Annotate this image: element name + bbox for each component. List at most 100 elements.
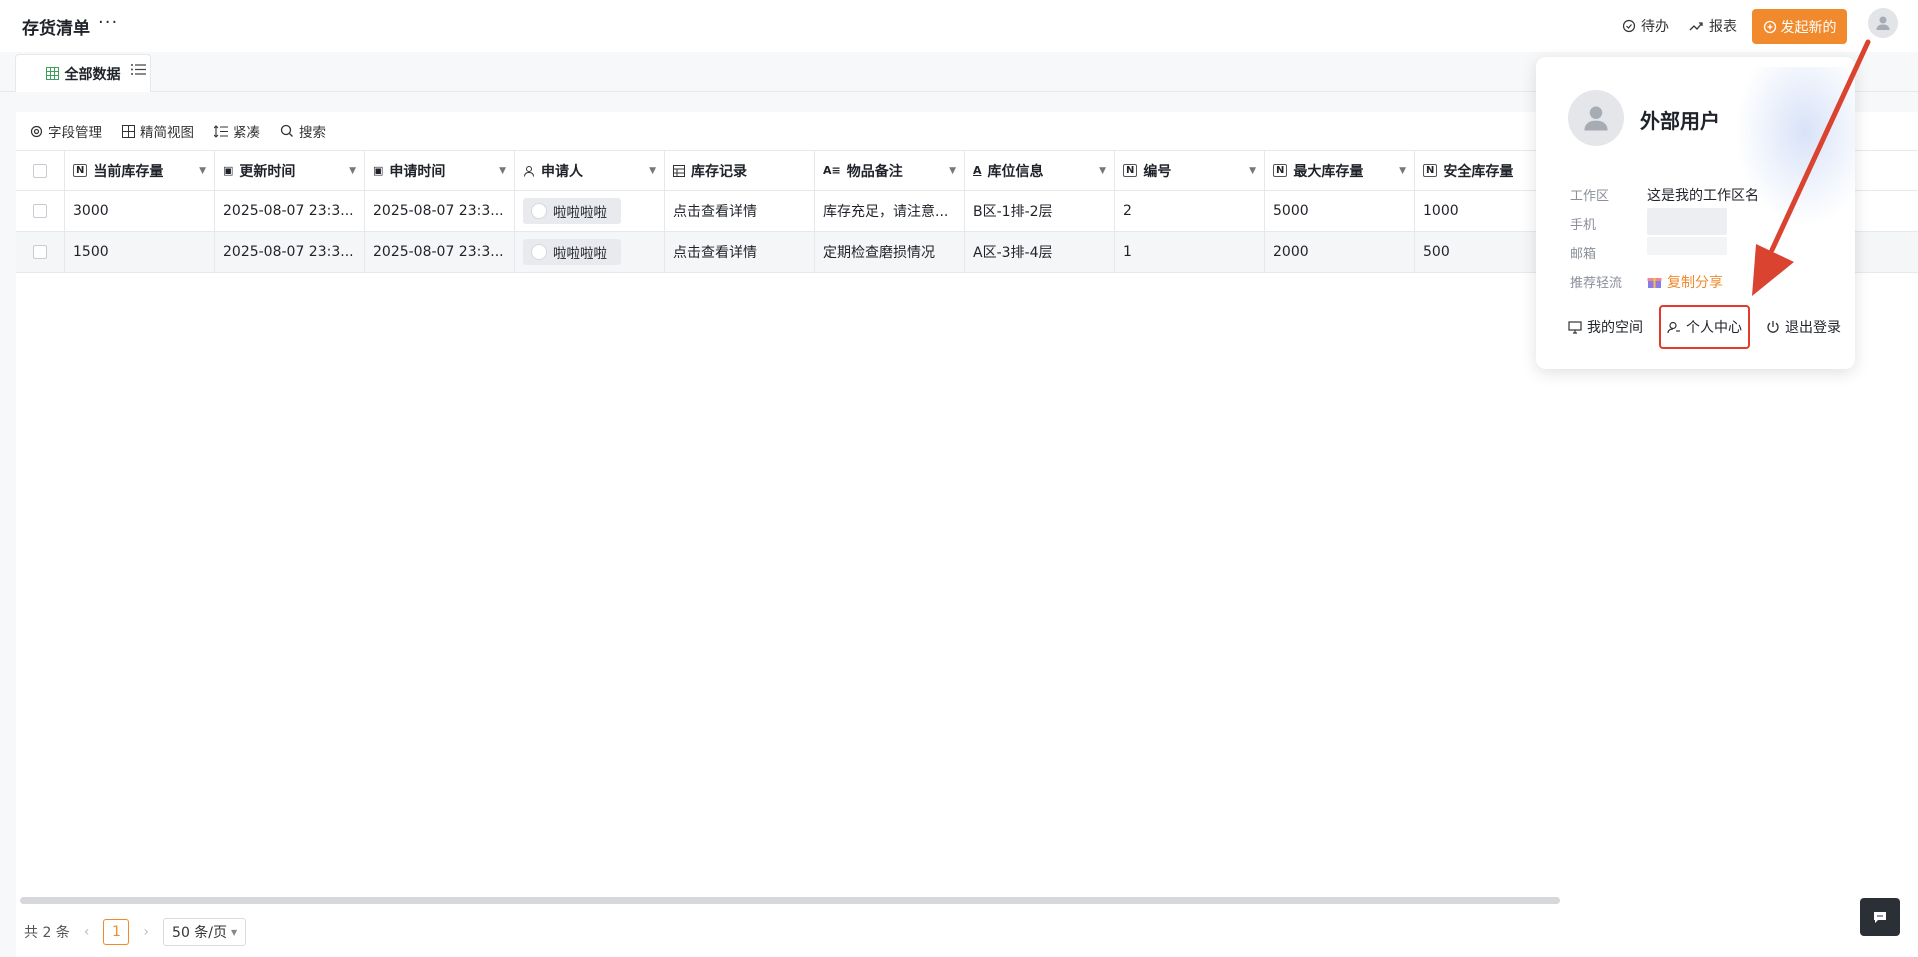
column-header[interactable]: 申请人 ▼	[515, 151, 665, 190]
column-header[interactable]: 库存记录	[665, 151, 815, 190]
caret-down-icon: ▼	[231, 927, 238, 937]
user-icon	[1584, 106, 1608, 131]
caret-down-icon[interactable]: ▼	[649, 166, 656, 176]
table-icon	[673, 164, 685, 177]
recommend-label: 推荐轻流	[1570, 276, 1623, 291]
calendar-icon: ▣	[223, 164, 234, 177]
todo-button[interactable]: 待办	[1622, 16, 1669, 36]
cell-max-stock[interactable]: 5000	[1265, 191, 1415, 231]
caret-down-icon[interactable]: ▼	[199, 166, 206, 176]
number-field-icon: N	[73, 164, 88, 177]
total-count: 共 2 条	[24, 925, 70, 941]
my-space-button[interactable]: 我的空间	[1562, 307, 1649, 347]
my-space-label: 我的空间	[1587, 320, 1643, 336]
trend-icon	[1689, 22, 1703, 31]
caret-down-icon[interactable]: ▼	[1249, 166, 1256, 176]
cell-record-link[interactable]: 点击查看详情	[665, 191, 815, 231]
cell-updated[interactable]: 2025-08-07 23:3...	[215, 191, 365, 231]
chat-button[interactable]	[1860, 898, 1900, 936]
column-header[interactable]: ▣ 申请时间 ▼	[365, 151, 515, 190]
column-title: 申请时间	[389, 163, 446, 180]
density-button[interactable]: 紧凑	[214, 121, 260, 141]
logout-label: 退出登录	[1785, 320, 1841, 336]
column-header[interactable]: A≡ 物品备注 ▼	[815, 151, 965, 190]
grid-icon	[45, 67, 59, 80]
column-title: 更新时间	[239, 163, 296, 180]
report-label: 报表	[1709, 19, 1737, 35]
row-checkbox[interactable]	[33, 245, 47, 259]
copy-share-link[interactable]: 复制分享	[1647, 272, 1723, 292]
number-field-icon: N	[1273, 164, 1288, 177]
compact-view-button[interactable]: 精简视图	[122, 121, 194, 141]
column-header[interactable]: A 库位信息 ▼	[965, 151, 1115, 190]
monitor-icon	[1568, 320, 1582, 334]
list-view-icon[interactable]	[130, 62, 147, 81]
tab-all-data-label: 全部数据	[64, 66, 121, 83]
page-number-current[interactable]: 1	[103, 919, 130, 945]
row-select-cell	[16, 191, 65, 231]
cell-location[interactable]: B区-1排-2层	[965, 191, 1115, 231]
caret-down-icon[interactable]: ▼	[1399, 166, 1406, 176]
cell-applicant[interactable]: 啦啦啦啦	[515, 232, 665, 272]
column-header[interactable]: ▣ 更新时间 ▼	[215, 151, 365, 190]
number-field-icon: N	[1123, 164, 1138, 177]
cell-number[interactable]: 1	[1115, 232, 1265, 272]
app-root: 存货清单 ··· 待办 报表 发起新的 全部数据 字段管理 精简视图 紧凑 搜索…	[0, 0, 1918, 957]
caret-down-icon[interactable]: ▼	[1099, 166, 1106, 176]
column-header[interactable]: N 当前库存量 ▼	[65, 151, 215, 190]
field-manage-label: 字段管理	[48, 125, 102, 141]
prev-page-icon[interactable]: ‹	[84, 924, 90, 940]
compact-view-label: 精简视图	[140, 125, 194, 141]
caret-down-icon[interactable]: ▼	[949, 166, 956, 176]
cell-applicant[interactable]: 啦啦啦啦	[515, 191, 665, 231]
report-button[interactable]: 报表	[1689, 16, 1737, 36]
mini-avatar	[531, 203, 547, 219]
create-new-button[interactable]: 发起新的	[1752, 9, 1847, 44]
user-avatar[interactable]	[1868, 8, 1898, 38]
field-manage-button[interactable]: 字段管理	[30, 121, 102, 141]
row-select-cell	[16, 232, 65, 272]
cell-applied[interactable]: 2025-08-07 23:3...	[365, 191, 515, 231]
search-label: 搜索	[299, 125, 326, 141]
workspace-row: 工作区 这是我的工作区名	[1570, 185, 1759, 205]
more-icon[interactable]: ···	[98, 12, 118, 33]
cell-updated[interactable]: 2025-08-07 23:3...	[215, 232, 365, 272]
select-all-cell	[16, 151, 65, 190]
cell-applied[interactable]: 2025-08-07 23:3...	[365, 232, 515, 272]
personal-center-button[interactable]: 个人中心	[1659, 305, 1750, 349]
single-line-text-icon: A	[973, 164, 982, 177]
email-label: 邮箱	[1570, 247, 1597, 262]
table-icon	[122, 124, 135, 138]
cell-max-stock[interactable]: 2000	[1265, 232, 1415, 272]
cell-note[interactable]: 库存充足，请注意...	[815, 191, 965, 231]
row-checkbox[interactable]	[33, 204, 47, 218]
search-button[interactable]: 搜索	[280, 121, 326, 141]
phone-row: 手机	[1570, 208, 1727, 235]
caret-down-icon[interactable]: ▼	[499, 166, 506, 176]
column-header[interactable]: N 最大库存量 ▼	[1265, 151, 1415, 190]
column-header[interactable]: N 编号 ▼	[1115, 151, 1265, 190]
cell-location[interactable]: A区-3排-4层	[965, 232, 1115, 272]
workspace-label: 工作区	[1570, 189, 1610, 204]
cell-record-link[interactable]: 点击查看详情	[665, 232, 815, 272]
plus-circle-icon	[1763, 20, 1776, 33]
cell-number[interactable]: 2	[1115, 191, 1265, 231]
column-title: 库存记录	[691, 163, 747, 180]
copy-share-label: 复制分享	[1667, 274, 1723, 291]
line-height-icon	[214, 124, 228, 138]
select-all-checkbox[interactable]	[33, 163, 47, 178]
page-size-select[interactable]: 50 条/页 ▼	[163, 918, 247, 946]
column-title: 物品备注	[846, 163, 903, 180]
caret-down-icon[interactable]: ▼	[349, 166, 356, 176]
chat-icon	[1874, 911, 1886, 923]
cell-stock[interactable]: 3000	[65, 191, 215, 231]
logout-button[interactable]: 退出登录	[1760, 307, 1847, 347]
horizontal-scrollbar[interactable]	[20, 897, 1560, 904]
cell-note[interactable]: 定期检查磨损情况	[815, 232, 965, 272]
cell-stock[interactable]: 1500	[65, 232, 215, 272]
column-title: 申请人	[541, 163, 583, 180]
next-page-icon[interactable]: ›	[143, 924, 149, 940]
column-title: 当前库存量	[93, 163, 164, 180]
density-label: 紧凑	[233, 125, 260, 141]
email-value-masked	[1647, 237, 1727, 259]
